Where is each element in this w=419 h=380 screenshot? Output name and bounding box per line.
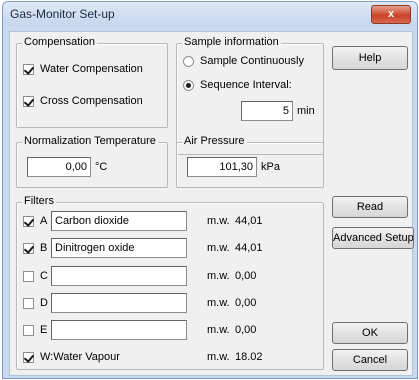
filter-b-mw-label: m.w. xyxy=(207,242,230,254)
dialog-window: Gas-Monitor Set-up x Compensation Water … xyxy=(2,1,418,379)
water-vapour-checkbox[interactable]: W:Water Vapour xyxy=(23,351,120,363)
filter-b-check-icon[interactable] xyxy=(23,242,34,254)
water-vapour-mw-label: m.w. xyxy=(207,351,230,363)
sequence-interval-label: Sequence Interval: xyxy=(200,79,292,91)
window-title: Gas-Monitor Set-up xyxy=(10,7,115,21)
sequence-interval-input[interactable]: 5 xyxy=(241,101,293,121)
cross-compensation-check-icon[interactable] xyxy=(23,95,34,107)
filter-b-letter: B xyxy=(40,242,48,254)
cross-compensation-label: Cross Compensation xyxy=(40,95,143,107)
filter-c-checkbox[interactable]: C xyxy=(23,270,48,282)
water-vapour-label: W:Water Vapour xyxy=(40,351,120,363)
filter-c-check-icon[interactable] xyxy=(23,270,34,282)
sample-information-label: Sample information xyxy=(182,36,281,48)
sequence-interval-radio-icon[interactable] xyxy=(183,79,194,91)
filter-d-name-input[interactable] xyxy=(51,293,187,313)
close-icon: x xyxy=(387,8,395,20)
filters-group: Filters A Carbon dioxide m.w. 44,01 B Di… xyxy=(16,195,324,370)
air-pressure-input[interactable]: 101,30 xyxy=(187,157,257,177)
filter-b-mw-value: 44,01 xyxy=(235,242,263,254)
read-button[interactable]: Read xyxy=(332,196,408,218)
filters-label: Filters xyxy=(22,195,56,207)
filter-a-mw-value: 44,01 xyxy=(235,215,263,227)
sample-continuously-radio[interactable]: Sample Continuously xyxy=(183,55,304,67)
filter-c-letter: C xyxy=(40,270,48,282)
sequence-interval-radio[interactable]: Sequence Interval: xyxy=(183,79,292,91)
filter-a-checkbox[interactable]: A xyxy=(23,215,47,227)
cross-compensation-checkbox[interactable]: Cross Compensation xyxy=(23,95,143,107)
sample-continuously-label: Sample Continuously xyxy=(200,55,304,67)
normalization-temperature-group: Normalization Temperature 0,00 °C xyxy=(16,135,168,188)
compensation-label: Compensation xyxy=(22,36,97,48)
air-pressure-unit: kPa xyxy=(261,161,280,173)
filter-e-check-icon[interactable] xyxy=(23,324,34,336)
filter-a-check-icon[interactable] xyxy=(23,215,34,227)
water-compensation-checkbox[interactable]: Water Compensation xyxy=(23,63,143,75)
filter-a-letter: A xyxy=(40,215,48,227)
ok-button[interactable]: OK xyxy=(332,322,408,344)
sequence-interval-unit: min xyxy=(297,105,315,117)
filter-e-letter: E xyxy=(40,324,48,336)
filter-c-mw-value: 0,00 xyxy=(235,270,257,282)
water-compensation-check-icon[interactable] xyxy=(23,63,34,75)
normalization-temperature-input[interactable]: 0,00 xyxy=(27,157,91,177)
filter-e-name-input[interactable] xyxy=(51,320,187,340)
air-pressure-group: Air Pressure 101,30 kPa xyxy=(176,135,324,188)
filter-c-mw-label: m.w. xyxy=(207,270,230,282)
compensation-group: Compensation Water Compensation Cross Co… xyxy=(16,36,168,128)
filter-d-mw-label: m.w. xyxy=(207,297,230,309)
water-vapour-mw-value: 18.02 xyxy=(235,351,263,363)
normalization-temperature-unit: °C xyxy=(95,161,108,173)
air-pressure-label: Air Pressure xyxy=(182,135,247,147)
title-bar[interactable]: Gas-Monitor Set-up x xyxy=(3,2,417,26)
filter-a-mw-label: m.w. xyxy=(207,215,230,227)
filter-d-checkbox[interactable]: D xyxy=(23,297,48,309)
advanced-setup-button[interactable]: Advanced Setup xyxy=(332,227,414,249)
filter-d-mw-value: 0,00 xyxy=(235,297,257,309)
filter-d-letter: D xyxy=(40,297,48,309)
filter-d-check-icon[interactable] xyxy=(23,297,34,309)
dialog-body: Compensation Water Compensation Cross Co… xyxy=(9,31,414,376)
water-compensation-label: Water Compensation xyxy=(40,63,143,75)
help-button[interactable]: Help xyxy=(332,46,408,70)
close-button[interactable]: x xyxy=(371,5,411,24)
normalization-temperature-label: Normalization Temperature xyxy=(22,135,158,147)
filter-c-name-input[interactable] xyxy=(51,266,187,286)
filter-b-name-input[interactable]: Dinitrogen oxide xyxy=(51,238,187,258)
filter-b-checkbox[interactable]: B xyxy=(23,242,47,254)
filter-a-name-input[interactable]: Carbon dioxide xyxy=(51,211,187,231)
sample-continuously-radio-icon[interactable] xyxy=(183,55,194,67)
cancel-button[interactable]: Cancel xyxy=(332,349,408,371)
filter-e-mw-value: 0,00 xyxy=(235,324,257,336)
water-vapour-check-icon[interactable] xyxy=(23,351,34,363)
filter-e-mw-label: m.w. xyxy=(207,324,230,336)
filter-e-checkbox[interactable]: E xyxy=(23,324,47,336)
